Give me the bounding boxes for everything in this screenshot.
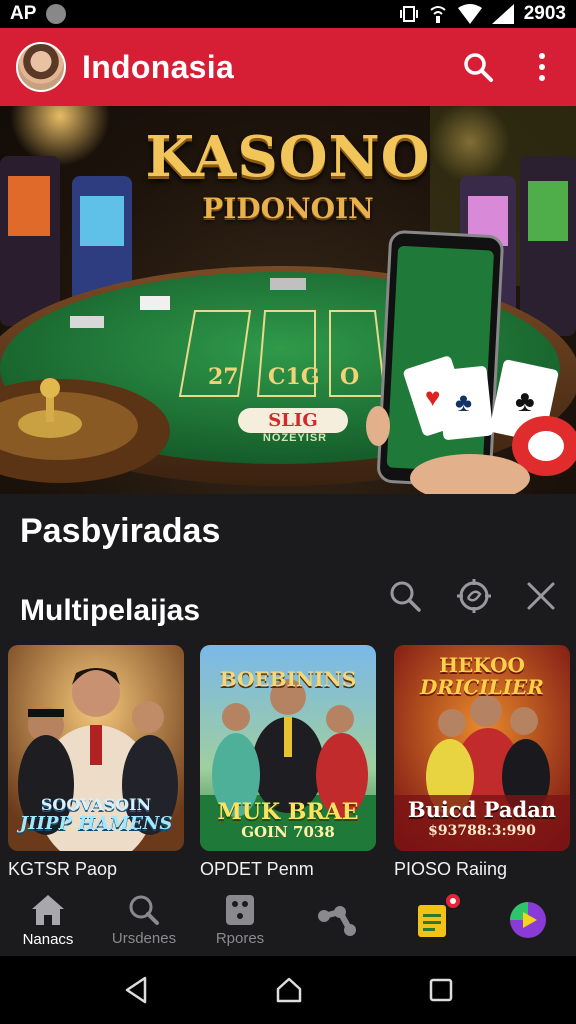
game-card-art: HEKOO DRICILIER Buicd Padan $93788:3:990 — [394, 645, 570, 851]
play-icon — [510, 902, 546, 938]
carrier-label: AP — [10, 3, 37, 24]
game-card-art: BOEBININS MUK BRAE GOIN 7038 — [200, 645, 376, 851]
game-card[interactable]: SOOVASOIN JIIPP HAMENS KGTSR Paop — [8, 645, 184, 880]
vibrate-icon — [399, 6, 418, 22]
card-banner-top: BOEBININS — [219, 667, 357, 691]
card-banner-sub: JIIPP HAMENS — [19, 813, 173, 834]
game-card[interactable]: HEKOO DRICILIER Buicd Padan $93788:3:990… — [394, 645, 570, 880]
search-icon[interactable] — [388, 579, 422, 613]
page-title: Indonasia — [82, 48, 235, 85]
nav-item-play[interactable] — [480, 884, 576, 956]
dice-icon — [226, 894, 254, 925]
table-number: 27 — [208, 364, 239, 390]
close-icon[interactable] — [526, 581, 556, 611]
section-tools — [388, 578, 556, 614]
card-banner-sub: GOIN 7038 — [241, 823, 335, 841]
card-title: PIOSO Raiing — [394, 859, 508, 879]
search-icon — [464, 53, 493, 82]
target-icon[interactable] — [456, 578, 492, 614]
nav-item-home[interactable]: Nanacs — [0, 884, 96, 956]
more-vert-icon — [539, 53, 545, 81]
search-button[interactable] — [460, 49, 496, 85]
table-sign: SLIG — [238, 408, 348, 433]
share-icon — [318, 906, 356, 936]
home-icon — [32, 894, 64, 925]
system-nav-bar — [0, 956, 576, 1024]
nav-label: Rpores — [215, 929, 265, 947]
document-icon — [418, 905, 446, 937]
game-card-list: SOOVASOIN JIIPP HAMENS KGTSR Paop BOEBIN… — [8, 645, 570, 885]
table-number: C1G — [268, 364, 320, 390]
wifi-icon — [457, 4, 482, 24]
card-banner-top-2: DRICILIER — [420, 675, 544, 699]
hero-banner[interactable]: ♥ ♣ ♣ KASONO PIDONOIN 27 C1G O SLIG NOZE… — [0, 106, 576, 494]
nfc-icon — [430, 6, 446, 23]
avatar[interactable] — [16, 42, 66, 92]
card-banner: Buicd Padan — [407, 797, 557, 822]
svg-text:♣: ♣ — [455, 387, 472, 417]
nav-item-search[interactable]: Ursdenes — [96, 884, 192, 956]
card-title: OPDET Penm — [200, 859, 314, 879]
app-bar: Indonasia — [0, 28, 576, 106]
section-title-featured: Pasbyiradas — [20, 512, 221, 550]
nav-label: Ursdenes — [111, 929, 177, 947]
nav-label: Nanacs — [22, 930, 74, 948]
notification-badge — [444, 892, 462, 910]
nav-item-share[interactable] — [288, 884, 384, 956]
recents-icon[interactable] — [429, 978, 453, 1002]
table-number: O — [340, 364, 360, 390]
home-button-icon[interactable] — [275, 976, 303, 1004]
game-card[interactable]: BOEBININS MUK BRAE GOIN 7038 OPDET Penm — [200, 645, 376, 880]
hero-title: KASONO — [145, 124, 431, 190]
svg-text:♣: ♣ — [515, 385, 535, 418]
section-title-multiplayer: Multipelaijas — [20, 594, 201, 627]
card-banner-sub: $93788:3:990 — [428, 823, 536, 839]
card-banner: MUK BRAE — [217, 799, 359, 825]
badge-dot-icon — [450, 898, 456, 904]
hero-subtitle: PIDONOIN — [202, 192, 374, 225]
back-icon[interactable] — [123, 976, 149, 1004]
more-options-button[interactable] — [524, 49, 560, 85]
bottom-nav: Nanacs Ursdenes Rpores — [0, 884, 576, 956]
card-title: KGTSR Paop — [8, 859, 118, 879]
clock: 2903 — [523, 3, 566, 24]
svg-text:♥: ♥ — [425, 382, 440, 412]
nav-item-games[interactable]: Rpores — [192, 884, 288, 956]
search-icon — [129, 895, 159, 925]
game-card-art: SOOVASOIN JIIPP HAMENS — [8, 645, 184, 851]
nav-item-notes[interactable] — [384, 884, 480, 956]
card-banner: SOOVASOIN — [40, 795, 152, 814]
signal-icon — [491, 4, 514, 24]
table-sign-subtitle: NOZEYISR — [262, 432, 328, 444]
card-banner-top: HEKOO — [439, 653, 525, 677]
status-bar: AP 2903 — [0, 0, 576, 28]
notification-icon — [46, 4, 67, 24]
